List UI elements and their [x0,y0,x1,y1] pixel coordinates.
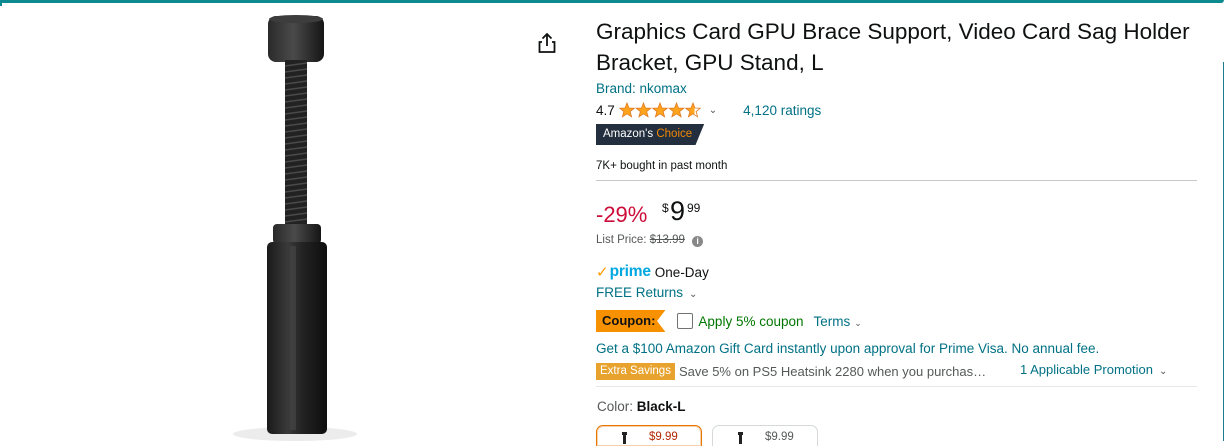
color-label: Color: [597,399,634,414]
prime-logo: ✓ prime [596,263,651,281]
prime-delivery: ✓ prime One-Day [596,262,709,282]
share-icon[interactable] [536,31,558,55]
terms-label: Terms [813,313,851,329]
info-icon[interactable]: i [692,236,704,247]
option-price: $9.99 [765,431,794,443]
section-divider [596,180,1197,181]
apply-coupon-checkbox[interactable] [677,313,694,329]
star-rating[interactable]: ⌄ [618,102,718,118]
chevron-down-icon: ⌄ [689,289,698,300]
price-currency: $ [662,201,669,215]
section-divider [596,386,1197,387]
top-focus-bar [0,0,1227,6]
rating-row: 4.7 ⌄ 4,120 ratings [596,100,821,120]
list-price: List Price: $13.99 i [596,234,704,247]
coupon-terms-link[interactable]: Terms ⌄ [814,314,862,329]
ratings-count-link[interactable]: 4,120 ratings [743,103,821,118]
extra-savings-row: Extra Savings Save 5% on PS5 Heatsink 22… [596,362,1196,380]
focus-outline-line [0,0,1224,3]
coupon-row: Coupon: Apply 5% coupon Terms ⌄ [596,309,862,333]
coupon-badge: Coupon: [596,310,666,332]
option-thumbnail-icon [622,432,627,444]
brand-link[interactable]: Brand: nkomax [596,81,687,96]
chevron-down-icon: ⌄ [708,104,718,116]
prime-word: prime [609,263,651,280]
returns-label: FREE Returns [596,285,684,300]
option-price: $9.99 [649,431,678,443]
rating-number: 4.7 [596,102,615,118]
bought-in-past-month: 7K+ bought in past month [596,160,728,172]
applicable-promotion-link[interactable]: 1 Applicable Promotion ⌄ [1020,362,1167,377]
variation-option[interactable]: $9.99 [712,425,818,446]
chevron-down-icon: ⌄ [854,317,862,328]
gpu-brace-image [233,15,357,441]
discount-percent: -29% [596,202,648,227]
extra-savings-text: Save 5% on PS5 Heatsink 2280 when you pu… [678,363,987,379]
gift-card-offer-link[interactable]: Get a $100 Amazon Gift Card instantly up… [596,341,1099,356]
side-panel-edge [1223,62,1227,441]
prime-speed: One-Day [654,264,709,280]
extra-savings-badge: Extra Savings [596,362,675,380]
product-image[interactable] [200,10,400,441]
choice-label-highlight: Choice [656,128,693,140]
color-selection: Color: Black-L [597,399,686,414]
apply-coupon-label[interactable]: Apply 5% coupon [698,314,803,329]
amazons-choice-badge[interactable]: Amazon's Choice [596,124,705,145]
free-returns-link[interactable]: FREE Returns ⌄ [596,285,697,300]
option-thumbnail-icon [738,432,743,444]
promo-label: 1 Applicable Promotion [1020,362,1153,377]
price-whole: 9 [670,196,686,226]
variation-option-selected[interactable]: $9.99 [596,425,702,446]
focus-outline-cap [0,0,8,6]
list-price-label: List Price: [596,234,647,246]
stars-icon [618,102,701,118]
price-fraction: 99 [687,201,701,215]
product-title: Graphics Card GPU Brace Support, Video C… [596,19,1190,75]
list-price-value: $13.99 [649,234,685,246]
color-value: Black-L [636,399,686,414]
prime-check-icon: ✓ [596,264,609,281]
chevron-down-icon: ⌄ [1158,366,1168,377]
choice-label-prefix: Amazon's [603,128,654,140]
